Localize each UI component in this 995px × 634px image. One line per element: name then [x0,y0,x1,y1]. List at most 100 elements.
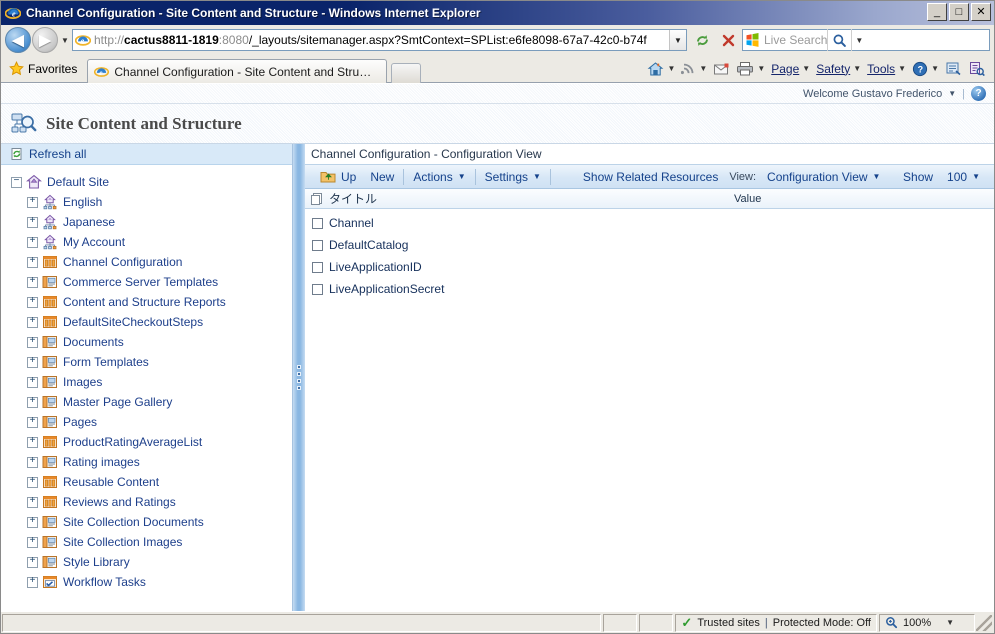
stop-button[interactable] [716,29,740,52]
page-help-icon[interactable]: ? [971,86,986,101]
resize-grip-icon[interactable] [976,614,992,631]
tree-node-label[interactable]: Site Collection Documents [63,515,204,529]
row-checkbox[interactable] [305,261,329,273]
tree-node-label[interactable]: Channel Configuration [63,255,182,269]
expand-icon[interactable]: + [27,396,38,408]
minimize-button[interactable]: _ [927,3,947,21]
row-checkbox[interactable] [305,283,329,295]
expand-icon[interactable]: + [27,296,38,308]
checkbox-icon[interactable] [311,217,323,229]
row-title[interactable]: Channel [329,216,734,230]
settings-menu[interactable]: Settings ▼ [478,166,548,188]
maximize-button[interactable]: □ [949,3,969,21]
row-title[interactable]: LiveApplicationID [329,260,734,274]
tree-node-label[interactable]: Images [63,375,102,389]
research-button[interactable] [942,58,965,80]
tree-node-label[interactable]: Reusable Content [63,475,159,489]
tree-node-label[interactable]: Content and Structure Reports [63,295,226,309]
tree-node-label[interactable]: Rating images [63,455,140,469]
expand-icon[interactable]: + [27,516,38,528]
tree-node-label[interactable]: Default Site [47,175,109,189]
column-header-value[interactable]: Value [734,193,994,205]
tree-node-label[interactable]: My Account [63,235,125,249]
safety-menu[interactable]: Safety ▼ [813,58,864,80]
tree-node-label[interactable]: Master Page Gallery [63,395,172,409]
tree-node[interactable]: + Documents [9,332,292,352]
tree-node[interactable]: + Style Library [9,552,292,572]
print-button[interactable]: ▼ [733,58,768,80]
tree-node[interactable]: + My Account [9,232,292,252]
expand-icon[interactable]: + [27,536,38,548]
expand-icon[interactable]: + [27,496,38,508]
help-caret-icon[interactable]: ▼ [931,64,939,73]
feeds-caret-icon[interactable]: ▼ [699,64,707,73]
expand-icon[interactable]: + [27,236,38,248]
tree-node[interactable]: + Images [9,372,292,392]
search-input[interactable]: Live Search [764,33,827,47]
welcome-user-label[interactable]: Welcome Gustavo Frederico [803,88,942,100]
tree-node-label[interactable]: Site Collection Images [63,535,182,549]
address-dropdown-button[interactable]: ▼ [669,30,686,50]
tree-node[interactable]: + DefaultSiteCheckoutSteps [9,312,292,332]
table-row[interactable]: Channel [305,212,994,234]
tree-node[interactable]: + English [9,192,292,212]
forward-button[interactable]: ▶ [32,27,58,53]
new-button[interactable]: New [363,166,401,188]
refresh-all-button[interactable]: Refresh all [1,144,292,165]
tree-node-label[interactable]: Workflow Tasks [63,575,146,589]
address-bar[interactable]: e http://cactus8811-1819:8080/_layouts/s… [72,29,687,51]
tree-node[interactable]: + Japanese [9,212,292,232]
help-menu[interactable]: ? ▼ [909,58,942,80]
expand-icon[interactable]: + [27,196,38,208]
expand-icon[interactable]: + [27,476,38,488]
up-button[interactable]: Up [313,166,363,188]
tree-node-label[interactable]: Commerce Server Templates [63,275,218,289]
tree-node-label[interactable]: Pages [63,415,97,429]
table-row[interactable]: DefaultCatalog [305,234,994,256]
pane-splitter[interactable] [293,144,305,611]
tree-node[interactable]: − Default Site [9,172,292,192]
browser-tab[interactable]: e Channel Configuration - Site Content a… [87,59,388,83]
show-count-selector[interactable]: 100 ▼ [940,166,994,188]
tree-node-label[interactable]: DefaultSiteCheckoutSteps [63,315,203,329]
tree-node-label[interactable]: Documents [63,335,124,349]
expand-icon[interactable]: + [27,416,38,428]
tools-menu[interactable]: Tools ▼ [864,58,909,80]
tree-node[interactable]: + Reviews and Ratings [9,492,292,512]
row-title[interactable]: LiveApplicationSecret [329,282,734,296]
expand-icon[interactable]: + [27,356,38,368]
expand-icon[interactable]: + [27,256,38,268]
home-caret-icon[interactable]: ▼ [667,64,675,73]
show-related-resources-button[interactable]: Show Related Resources [553,166,725,188]
security-zone-cell[interactable]: ✓ Trusted sites | Protected Mode: Off [675,613,877,632]
tree-node[interactable]: + Commerce Server Templates [9,272,292,292]
welcome-caret-icon[interactable]: ▼ [948,89,956,98]
tree-node[interactable]: + Master Page Gallery [9,392,292,412]
checkbox-icon[interactable] [311,261,323,273]
refresh-button[interactable] [690,29,714,52]
tree-node-label[interactable]: Japanese [63,215,115,229]
feeds-button[interactable]: ▼ [678,58,710,80]
recent-pages-button[interactable]: ▼ [58,27,72,53]
search-go-button[interactable] [827,29,851,51]
tree-node-label[interactable]: ProductRatingAverageList [63,435,202,449]
zoom-caret-icon[interactable]: ▼ [946,618,954,627]
expand-icon[interactable]: + [27,276,38,288]
select-all-icon[interactable] [305,192,329,206]
search-provider-dropdown[interactable]: ▼ [851,29,866,51]
favorites-button[interactable]: Favorites [1,55,87,82]
read-mail-button[interactable] [710,58,733,80]
tree-node[interactable]: + Channel Configuration [9,252,292,272]
view-selector[interactable]: Configuration View ▼ [760,166,887,188]
row-checkbox[interactable] [305,239,329,251]
close-button[interactable]: ✕ [971,3,991,21]
tree-node[interactable]: + Reusable Content [9,472,292,492]
tree-node[interactable]: + Rating images [9,452,292,472]
table-row[interactable]: LiveApplicationSecret [305,278,994,300]
home-button[interactable]: ▼ [644,58,678,80]
tree-node[interactable]: + Form Templates [9,352,292,372]
column-header-title[interactable]: タイトル [329,190,734,207]
tree-node[interactable]: + Workflow Tasks [9,572,292,592]
tree-node[interactable]: + Site Collection Images [9,532,292,552]
tree-node-label[interactable]: Reviews and Ratings [63,495,176,509]
